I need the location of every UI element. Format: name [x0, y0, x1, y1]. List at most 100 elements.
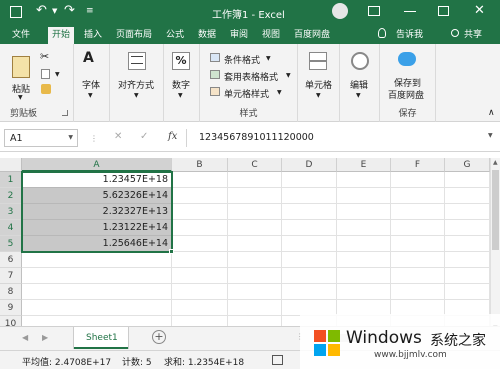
cells-icon[interactable]: [309, 52, 327, 70]
cell-e5[interactable]: [337, 236, 391, 252]
cell-b7[interactable]: [172, 268, 228, 284]
cell-f4[interactable]: [391, 220, 445, 236]
tab-home[interactable]: 开始: [48, 27, 75, 44]
cell-e3[interactable]: [337, 204, 391, 220]
column-header-c[interactable]: C: [228, 158, 282, 172]
cell-e2[interactable]: [337, 188, 391, 204]
redo-icon[interactable]: ↷: [64, 3, 75, 18]
cell-e1[interactable]: [337, 172, 391, 188]
cell-style-button[interactable]: 单元格样式: [224, 87, 269, 100]
sheet-next-icon[interactable]: ▶: [42, 333, 48, 342]
cells-label[interactable]: 单元格: [305, 78, 332, 91]
row-header-5[interactable]: 5: [0, 236, 22, 252]
table-format-dropdown-icon[interactable]: ▼: [286, 72, 291, 79]
worksheet-grid[interactable]: ABCDEFG 123456789101112 1.23457E+185.623…: [0, 152, 500, 364]
cell-a8[interactable]: [22, 284, 172, 300]
insert-function-icon[interactable]: fx: [168, 131, 177, 142]
formula-input[interactable]: 1234567891011120000: [186, 129, 486, 147]
cell-a3[interactable]: 2.32327E+13: [22, 204, 172, 220]
cell-d2[interactable]: [282, 188, 337, 204]
cell-f2[interactable]: [391, 188, 445, 204]
cell-d4[interactable]: [282, 220, 337, 236]
fill-handle[interactable]: [169, 249, 174, 254]
cell-g8[interactable]: [445, 284, 490, 300]
vertical-scroll-thumb[interactable]: [492, 170, 499, 250]
cell-b2[interactable]: [172, 188, 228, 204]
cell-style-dropdown-icon[interactable]: ▼: [277, 89, 282, 96]
cancel-icon[interactable]: ✕: [114, 131, 122, 142]
select-all-corner[interactable]: [0, 158, 22, 172]
customize-toolbar-icon[interactable]: ≡: [86, 6, 94, 16]
share-button[interactable]: 共享: [460, 27, 486, 44]
tab-file[interactable]: 文件: [8, 27, 34, 44]
cell-b9[interactable]: [172, 300, 228, 316]
tab-baidu-netdisk[interactable]: 百度网盘: [290, 27, 334, 44]
cell-b5[interactable]: [172, 236, 228, 252]
editing-icon[interactable]: [351, 52, 369, 70]
minimize-icon[interactable]: [404, 11, 416, 12]
tell-me-search[interactable]: 告诉我: [392, 27, 427, 44]
column-header-d[interactable]: D: [282, 158, 337, 172]
ribbon-display-options-icon[interactable]: [368, 6, 380, 16]
font-icon[interactable]: A: [83, 50, 94, 66]
row-header-9[interactable]: 9: [0, 300, 22, 316]
cell-d1[interactable]: [282, 172, 337, 188]
cell-c4[interactable]: [228, 220, 282, 236]
row-header-3[interactable]: 3: [0, 204, 22, 220]
cell-c7[interactable]: [228, 268, 282, 284]
tab-formulas[interactable]: 公式: [162, 27, 188, 44]
cell-a6[interactable]: [22, 252, 172, 268]
cell-c9[interactable]: [228, 300, 282, 316]
name-box[interactable]: A1 ▼: [4, 129, 78, 147]
cell-d5[interactable]: [282, 236, 337, 252]
cell-e8[interactable]: [337, 284, 391, 300]
sheet-prev-icon[interactable]: ◀: [22, 333, 28, 342]
maximize-icon[interactable]: [438, 6, 449, 16]
tab-insert[interactable]: 插入: [80, 27, 106, 44]
enter-icon[interactable]: ✓: [140, 131, 148, 142]
undo-icon[interactable]: ↶: [36, 3, 47, 18]
cell-b6[interactable]: [172, 252, 228, 268]
close-icon[interactable]: ✕: [474, 3, 485, 18]
conditional-format-button[interactable]: 条件格式: [224, 53, 260, 66]
cell-g2[interactable]: [445, 188, 490, 204]
cell-d3[interactable]: [282, 204, 337, 220]
column-header-b[interactable]: B: [172, 158, 228, 172]
expand-formula-bar-icon[interactable]: ▼: [488, 132, 493, 139]
row-header-7[interactable]: 7: [0, 268, 22, 284]
number-dropdown-icon[interactable]: ▼: [178, 92, 183, 99]
table-format-icon[interactable]: [210, 70, 220, 79]
cell-a4[interactable]: 1.23122E+14: [22, 220, 172, 236]
tab-page-layout[interactable]: 页面布局: [112, 27, 156, 44]
cell-a2[interactable]: 5.62326E+14: [22, 188, 172, 204]
cut-icon[interactable]: ✂: [40, 50, 49, 63]
cell-c3[interactable]: [228, 204, 282, 220]
cell-f6[interactable]: [391, 252, 445, 268]
cell-b3[interactable]: [172, 204, 228, 220]
copy-dropdown-icon[interactable]: ▼: [55, 71, 60, 78]
copy-icon[interactable]: [41, 69, 50, 79]
cell-b4[interactable]: [172, 220, 228, 236]
paste-dropdown-icon[interactable]: ▼: [18, 94, 23, 101]
column-header-a[interactable]: A: [22, 158, 172, 172]
cell-c1[interactable]: [228, 172, 282, 188]
cell-b8[interactable]: [172, 284, 228, 300]
number-label[interactable]: 数字: [172, 78, 190, 91]
cell-f7[interactable]: [391, 268, 445, 284]
cell-a7[interactable]: [22, 268, 172, 284]
row-header-2[interactable]: 2: [0, 188, 22, 204]
user-avatar[interactable]: [332, 3, 348, 19]
cells-dropdown-icon[interactable]: ▼: [316, 92, 321, 99]
cell-c5[interactable]: [228, 236, 282, 252]
cell-e6[interactable]: [337, 252, 391, 268]
cell-a9[interactable]: [22, 300, 172, 316]
alignment-dropdown-icon[interactable]: ▼: [134, 92, 139, 99]
cell-g5[interactable]: [445, 236, 490, 252]
cell-a1[interactable]: 1.23457E+18: [22, 172, 172, 188]
cell-e7[interactable]: [337, 268, 391, 284]
cell-d8[interactable]: [282, 284, 337, 300]
editing-label[interactable]: 编辑: [350, 78, 368, 91]
clipboard-launcher-icon[interactable]: [62, 110, 68, 116]
cell-e4[interactable]: [337, 220, 391, 236]
cell-b1[interactable]: [172, 172, 228, 188]
